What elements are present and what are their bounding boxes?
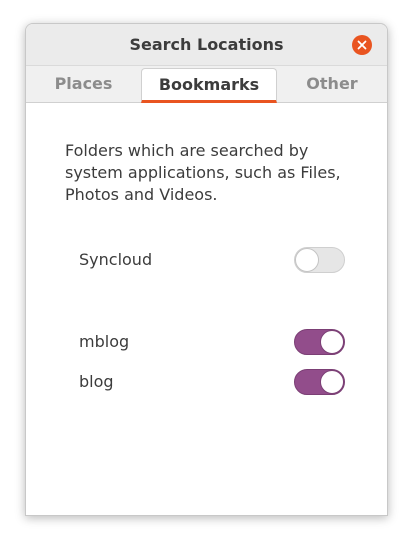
toggle-knob bbox=[295, 248, 319, 272]
blog-toggle[interactable] bbox=[294, 369, 345, 395]
description-text: Folders which are searched by system app… bbox=[65, 141, 341, 204]
window-title: Search Locations bbox=[129, 35, 284, 54]
location-label: blog bbox=[79, 372, 114, 391]
location-row-syncloud: Syncloud bbox=[79, 247, 345, 273]
toggle-knob bbox=[320, 330, 344, 354]
location-row-mblog: mblog bbox=[79, 329, 345, 355]
tab-places[interactable]: Places bbox=[26, 66, 141, 102]
search-locations-dialog: Search Locations Places Bookmarks Other … bbox=[25, 23, 388, 516]
location-label: mblog bbox=[79, 332, 130, 351]
tab-other[interactable]: Other bbox=[277, 66, 387, 102]
title-bar: Search Locations bbox=[26, 24, 387, 66]
toggle-knob bbox=[320, 370, 344, 394]
location-label: Syncloud bbox=[79, 250, 153, 269]
tab-bookmarks[interactable]: Bookmarks bbox=[141, 68, 277, 103]
location-row-blog: blog bbox=[79, 369, 345, 395]
tab-bar: Places Bookmarks Other bbox=[26, 66, 387, 103]
syncloud-toggle[interactable] bbox=[294, 247, 345, 273]
mblog-toggle[interactable] bbox=[294, 329, 345, 355]
close-icon bbox=[357, 40, 367, 50]
close-button[interactable] bbox=[352, 35, 372, 55]
